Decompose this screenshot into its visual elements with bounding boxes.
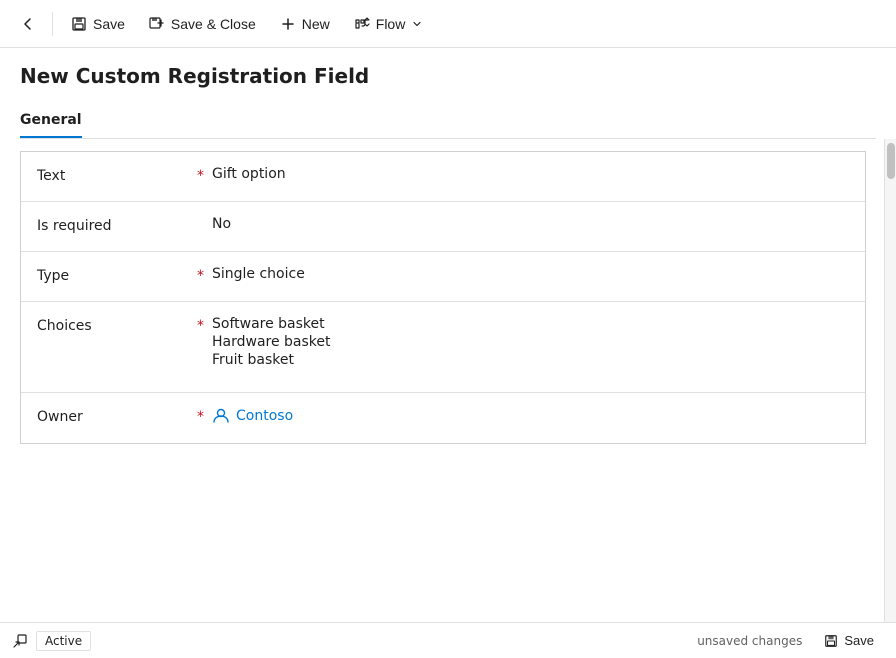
label-text: Text xyxy=(37,166,197,184)
new-icon xyxy=(280,16,296,32)
tab-general[interactable]: General xyxy=(20,104,82,138)
choice-3: Fruit basket xyxy=(212,352,849,368)
value-type: Single choice xyxy=(212,266,849,282)
label-type: Type xyxy=(37,266,197,284)
form-container: Text * Gift option Is required * No Type… xyxy=(0,139,896,622)
save-button[interactable]: Save xyxy=(61,10,135,38)
value-text: Gift option xyxy=(212,166,849,182)
form-row-choices: Choices * Software basket Hardware baske… xyxy=(21,302,865,393)
value-owner: Contoso xyxy=(212,407,849,425)
unsaved-changes-text: unsaved changes xyxy=(697,634,802,648)
person-icon xyxy=(212,407,230,425)
bottom-bar: Active unsaved changes Save xyxy=(0,622,896,658)
form-row-is-required: Is required * No xyxy=(21,202,865,252)
flow-chevron-icon xyxy=(411,18,423,30)
required-text: * xyxy=(197,166,204,184)
required-type: * xyxy=(197,266,204,284)
flow-button[interactable]: Flow xyxy=(344,10,434,38)
toolbar: Save Save & Close New Flow xyxy=(0,0,896,48)
status-badge: Active xyxy=(36,631,91,651)
bottom-left: Active xyxy=(12,631,91,651)
label-owner: Owner xyxy=(37,407,197,425)
new-button[interactable]: New xyxy=(270,10,340,38)
form-row-owner: Owner * Contoso xyxy=(21,393,865,443)
main-content: New Custom Registration Field General Te… xyxy=(0,48,896,622)
form-row-text: Text * Gift option xyxy=(21,152,865,202)
bottom-save-button[interactable]: Save xyxy=(814,629,884,652)
save-close-button[interactable]: Save & Close xyxy=(139,10,266,38)
page-header: New Custom Registration Field General xyxy=(0,48,896,139)
back-icon xyxy=(20,16,36,32)
label-is-required: Is required xyxy=(37,216,197,234)
choice-1: Software basket xyxy=(212,316,849,332)
flow-icon xyxy=(354,16,370,32)
bottom-right: unsaved changes Save xyxy=(697,629,884,652)
choices-list: Software basket Hardware basket Fruit ba… xyxy=(212,316,849,368)
form-row-type: Type * Single choice xyxy=(21,252,865,302)
external-link-icon xyxy=(12,633,28,649)
page-title: New Custom Registration Field xyxy=(20,64,876,88)
choice-2: Hardware basket xyxy=(212,334,849,350)
label-choices: Choices xyxy=(37,316,197,334)
required-owner: * xyxy=(197,407,204,425)
toolbar-divider xyxy=(52,12,53,36)
required-choices: * xyxy=(197,316,204,334)
back-button[interactable] xyxy=(12,8,44,40)
owner-link[interactable]: Contoso xyxy=(212,407,849,425)
form-inner: Text * Gift option Is required * No Type… xyxy=(20,151,866,444)
save-close-icon xyxy=(149,16,165,32)
tab-bar: General xyxy=(20,104,876,139)
scroll-rail xyxy=(884,139,896,622)
save-icon xyxy=(71,16,87,32)
save-bottom-icon xyxy=(824,634,838,648)
value-is-required: No xyxy=(212,216,849,232)
scroll-thumb[interactable] xyxy=(887,143,895,179)
